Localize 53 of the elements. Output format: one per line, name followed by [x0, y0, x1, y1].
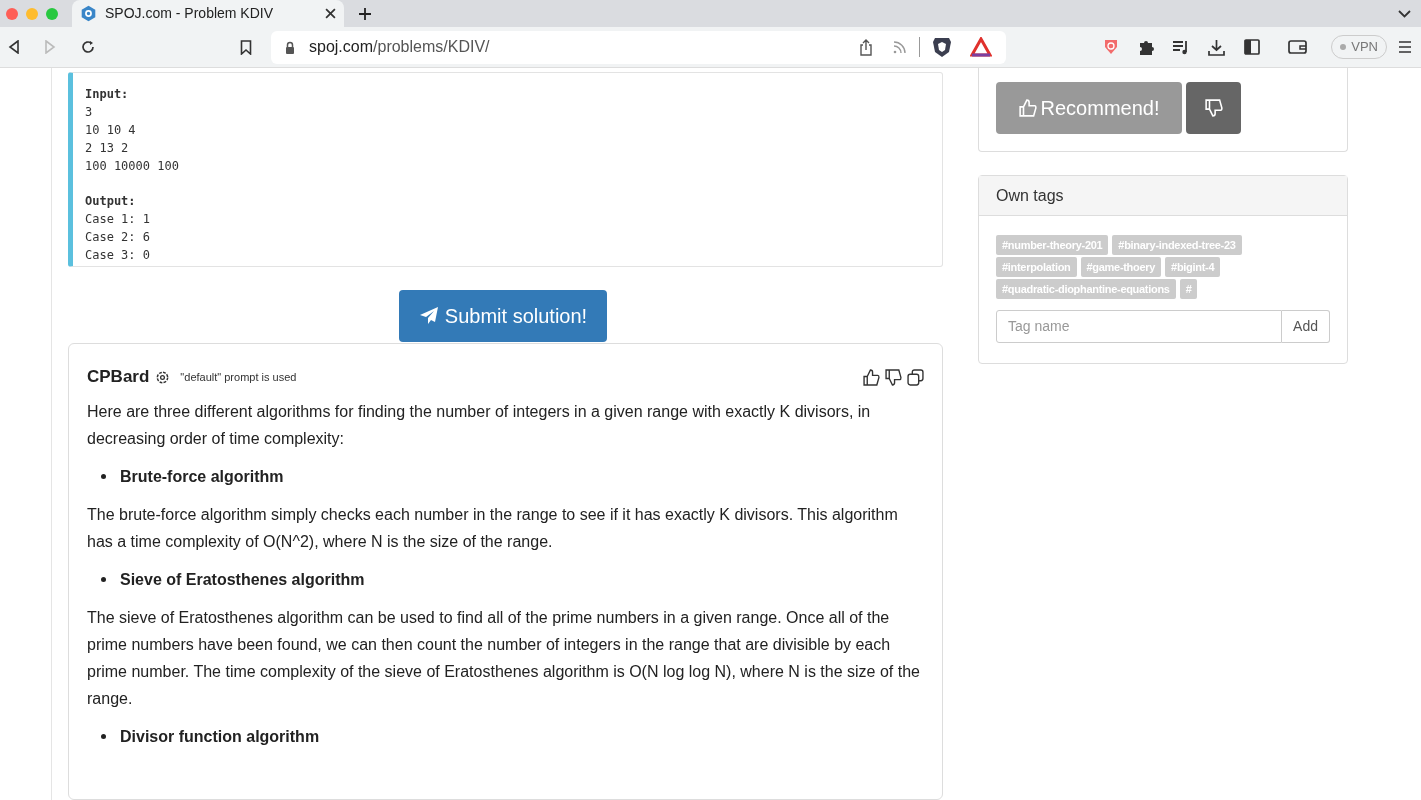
list-item: Sieve of Eratosthenes algorithm — [120, 569, 365, 590]
add-button[interactable]: Add — [1282, 310, 1330, 343]
dislike-button[interactable] — [1186, 82, 1241, 134]
tab-title: SPOJ.com - Problem KDIV — [105, 4, 275, 23]
code-line: 100 10000 100 — [85, 158, 179, 175]
input-label: Input: — [85, 86, 129, 103]
sidebar-icon[interactable] — [1244, 39, 1261, 55]
copy-icon[interactable] — [907, 368, 924, 386]
share-icon[interactable] — [859, 38, 873, 56]
new-tab-icon[interactable] — [358, 6, 372, 21]
settings-icon[interactable] — [155, 369, 171, 385]
panel-title: Own tags — [996, 185, 1064, 206]
address-field[interactable]: spoj.com/problems/KDIV/ — [309, 35, 490, 59]
bullet-icon — [101, 576, 106, 582]
prompt-note: "default" prompt is used — [180, 369, 297, 385]
list-item: Divisor function algorithm — [120, 726, 320, 747]
recommend-button[interactable]: Recommend! — [996, 82, 1182, 134]
paragraph: The sieve of Eratosthenes algorithm can be used to find all of the prime numbers in a given range. Once all of the prime numbers have been found, we can then count the number of integers in the range that are divisible by each prime number. The time complexity of the sieve of Eratosthenes algorithm is O(N log log N), where N is the size of the range. — [87, 607, 921, 709]
code-line: 3 — [85, 104, 93, 121]
paragraph: Here are three different algorithms for finding the number of integers in a given range with exactly K divisors, in decreasing order of time complexity: — [87, 401, 872, 449]
code-line: Case 1: 1 — [85, 211, 151, 228]
wallet-icon[interactable] — [1288, 39, 1308, 55]
bookmark-icon[interactable] — [240, 39, 252, 55]
site-logo-icon — [80, 5, 97, 22]
browser-tab[interactable]: SPOJ.com - Problem KDIV — [72, 0, 344, 27]
triangle-icon[interactable] — [970, 37, 992, 57]
list-item: Brute-force algorithm — [120, 466, 284, 487]
shield-icon[interactable] — [1103, 38, 1120, 56]
code-line: 2 13 2 — [85, 140, 129, 157]
reload-icon[interactable] — [80, 39, 96, 55]
thumbs-up-icon — [1018, 99, 1037, 117]
tag[interactable]: # — [1179, 279, 1198, 299]
puzzle-icon[interactable] — [1137, 38, 1156, 56]
close-icon[interactable] — [325, 8, 336, 19]
lock-icon — [285, 40, 295, 54]
code-line: Case 3: 0 — [85, 247, 151, 264]
bullet-icon — [101, 473, 106, 479]
code-line: 10 10 4 — [85, 122, 136, 139]
menu-icon[interactable] — [1399, 40, 1411, 54]
cpbard-title: CPBard — [87, 366, 150, 389]
chevron-down-icon[interactable] — [1398, 9, 1411, 18]
back-icon[interactable] — [8, 40, 20, 54]
thumbs-up-icon[interactable] — [863, 368, 880, 386]
rss-icon[interactable] — [893, 40, 907, 54]
thumbs-down-icon — [1204, 99, 1223, 117]
download-icon[interactable] — [1208, 38, 1226, 56]
paragraph: The brute-force algorithm simply checks each number in the range to see if it has exactly K divisors. This algorithm has a time complexity of O(N^2), where N is the size of the range. — [87, 504, 899, 552]
tag-name-field[interactable]: Tag name — [996, 310, 1283, 343]
submit-button[interactable]: Submit solution! — [398, 290, 608, 343]
bullet-icon — [101, 733, 106, 739]
code-line: Case 2: 6 — [85, 229, 151, 246]
thumbs-down-icon[interactable] — [885, 368, 902, 386]
output-label: Output: — [85, 193, 136, 210]
